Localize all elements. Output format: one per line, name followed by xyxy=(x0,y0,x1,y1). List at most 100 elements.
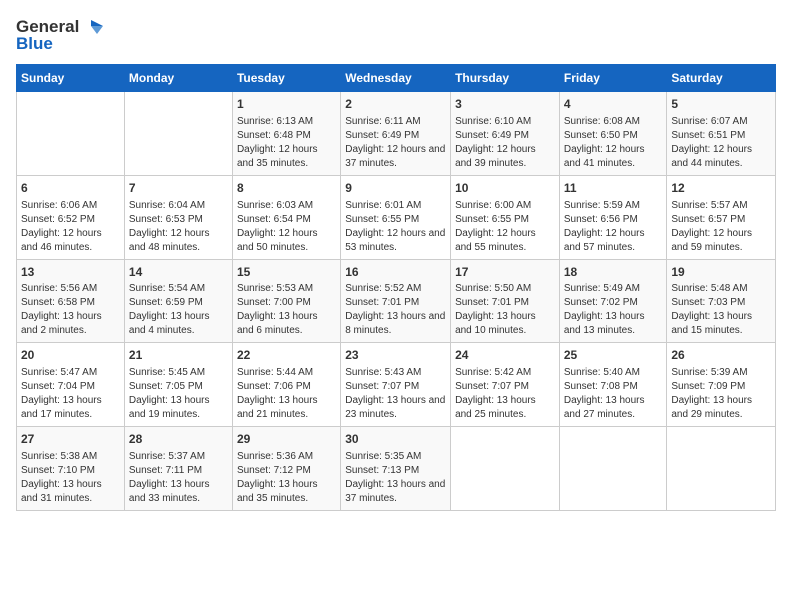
sunset-text: Sunset: 6:59 PM xyxy=(129,296,228,310)
day-number: 24 xyxy=(455,347,555,364)
day-number: 8 xyxy=(237,180,336,197)
day-number: 16 xyxy=(345,264,446,281)
daylight-text: Daylight: 12 hours and 50 minutes. xyxy=(237,227,336,255)
day-number: 1 xyxy=(237,96,336,113)
day-number: 30 xyxy=(345,431,446,448)
sunrise-text: Sunrise: 5:53 AM xyxy=(237,282,336,296)
sunrise-text: Sunrise: 5:45 AM xyxy=(129,366,228,380)
col-saturday: Saturday xyxy=(667,65,776,92)
sunrise-text: Sunrise: 6:13 AM xyxy=(237,115,336,129)
cell-week4-day5: 25Sunrise: 5:40 AMSunset: 7:08 PMDayligh… xyxy=(559,343,667,427)
col-thursday: Thursday xyxy=(451,65,560,92)
col-wednesday: Wednesday xyxy=(341,65,451,92)
cell-week1-day1 xyxy=(124,92,232,176)
sunrise-text: Sunrise: 6:08 AM xyxy=(564,115,663,129)
logo-bird-icon xyxy=(81,16,103,38)
cell-week2-day1: 7Sunrise: 6:04 AMSunset: 6:53 PMDaylight… xyxy=(124,175,232,259)
daylight-text: Daylight: 12 hours and 44 minutes. xyxy=(671,143,771,171)
cell-week3-day5: 18Sunrise: 5:49 AMSunset: 7:02 PMDayligh… xyxy=(559,259,667,343)
day-number: 17 xyxy=(455,264,555,281)
sunset-text: Sunset: 6:57 PM xyxy=(671,213,771,227)
sunrise-text: Sunrise: 6:01 AM xyxy=(345,199,446,213)
week-row-4: 20Sunrise: 5:47 AMSunset: 7:04 PMDayligh… xyxy=(17,343,776,427)
sunrise-text: Sunrise: 5:57 AM xyxy=(671,199,771,213)
cell-week5-day1: 28Sunrise: 5:37 AMSunset: 7:11 PMDayligh… xyxy=(124,427,232,511)
sunrise-text: Sunrise: 5:44 AM xyxy=(237,366,336,380)
sunrise-text: Sunrise: 6:11 AM xyxy=(345,115,446,129)
sunset-text: Sunset: 7:08 PM xyxy=(564,380,663,394)
sunset-text: Sunset: 6:51 PM xyxy=(671,129,771,143)
day-number: 5 xyxy=(671,96,771,113)
cell-week4-day6: 26Sunrise: 5:39 AMSunset: 7:09 PMDayligh… xyxy=(667,343,776,427)
daylight-text: Daylight: 12 hours and 35 minutes. xyxy=(237,143,336,171)
sunrise-text: Sunrise: 6:07 AM xyxy=(671,115,771,129)
cell-week1-day3: 2Sunrise: 6:11 AMSunset: 6:49 PMDaylight… xyxy=(341,92,451,176)
day-number: 22 xyxy=(237,347,336,364)
day-number: 15 xyxy=(237,264,336,281)
sunrise-text: Sunrise: 5:48 AM xyxy=(671,282,771,296)
sunrise-text: Sunrise: 6:04 AM xyxy=(129,199,228,213)
col-friday: Friday xyxy=(559,65,667,92)
cell-week5-day2: 29Sunrise: 5:36 AMSunset: 7:12 PMDayligh… xyxy=(232,427,340,511)
sunrise-text: Sunrise: 5:35 AM xyxy=(345,450,446,464)
daylight-text: Daylight: 12 hours and 59 minutes. xyxy=(671,227,771,255)
daylight-text: Daylight: 13 hours and 35 minutes. xyxy=(237,478,336,506)
sunset-text: Sunset: 7:05 PM xyxy=(129,380,228,394)
cell-week1-day5: 4Sunrise: 6:08 AMSunset: 6:50 PMDaylight… xyxy=(559,92,667,176)
cell-week5-day4 xyxy=(451,427,560,511)
daylight-text: Daylight: 13 hours and 6 minutes. xyxy=(237,310,336,338)
sunset-text: Sunset: 6:52 PM xyxy=(21,213,120,227)
daylight-text: Daylight: 13 hours and 15 minutes. xyxy=(671,310,771,338)
day-number: 13 xyxy=(21,264,120,281)
cell-week4-day2: 22Sunrise: 5:44 AMSunset: 7:06 PMDayligh… xyxy=(232,343,340,427)
sunset-text: Sunset: 7:04 PM xyxy=(21,380,120,394)
sunset-text: Sunset: 6:50 PM xyxy=(564,129,663,143)
day-number: 11 xyxy=(564,180,663,197)
daylight-text: Daylight: 13 hours and 17 minutes. xyxy=(21,394,120,422)
day-number: 20 xyxy=(21,347,120,364)
sunset-text: Sunset: 7:01 PM xyxy=(455,296,555,310)
cell-week1-day0 xyxy=(17,92,125,176)
cell-week2-day0: 6Sunrise: 6:06 AMSunset: 6:52 PMDaylight… xyxy=(17,175,125,259)
sunset-text: Sunset: 6:53 PM xyxy=(129,213,228,227)
sunrise-text: Sunrise: 5:38 AM xyxy=(21,450,120,464)
day-number: 29 xyxy=(237,431,336,448)
logo: General Blue xyxy=(16,16,103,54)
daylight-text: Daylight: 12 hours and 39 minutes. xyxy=(455,143,555,171)
day-number: 3 xyxy=(455,96,555,113)
daylight-text: Daylight: 13 hours and 31 minutes. xyxy=(21,478,120,506)
sunrise-text: Sunrise: 5:39 AM xyxy=(671,366,771,380)
sunset-text: Sunset: 6:58 PM xyxy=(21,296,120,310)
day-number: 19 xyxy=(671,264,771,281)
week-row-3: 13Sunrise: 5:56 AMSunset: 6:58 PMDayligh… xyxy=(17,259,776,343)
daylight-text: Daylight: 12 hours and 46 minutes. xyxy=(21,227,120,255)
day-number: 25 xyxy=(564,347,663,364)
sunset-text: Sunset: 6:48 PM xyxy=(237,129,336,143)
daylight-text: Daylight: 13 hours and 8 minutes. xyxy=(345,310,446,338)
day-number: 6 xyxy=(21,180,120,197)
sunset-text: Sunset: 7:03 PM xyxy=(671,296,771,310)
sunset-text: Sunset: 7:07 PM xyxy=(455,380,555,394)
cell-week2-day4: 10Sunrise: 6:00 AMSunset: 6:55 PMDayligh… xyxy=(451,175,560,259)
sunrise-text: Sunrise: 5:36 AM xyxy=(237,450,336,464)
day-number: 4 xyxy=(564,96,663,113)
cell-week4-day3: 23Sunrise: 5:43 AMSunset: 7:07 PMDayligh… xyxy=(341,343,451,427)
sunrise-text: Sunrise: 5:42 AM xyxy=(455,366,555,380)
day-number: 12 xyxy=(671,180,771,197)
cell-week4-day0: 20 Sunrise: 5:47 AMSunset: 7:04 PMDayligh… xyxy=(17,343,125,427)
cell-week5-day6 xyxy=(667,427,776,511)
daylight-text: Daylight: 13 hours and 37 minutes. xyxy=(345,478,446,506)
day-number: 23 xyxy=(345,347,446,364)
daylight-text: Daylight: 12 hours and 53 minutes. xyxy=(345,227,446,255)
day-number: 9 xyxy=(345,180,446,197)
daylight-text: Daylight: 13 hours and 21 minutes. xyxy=(237,394,336,422)
sunrise-text: Sunrise: 5:40 AM xyxy=(564,366,663,380)
sunrise-text: Sunrise: 5:47 AM xyxy=(21,366,120,380)
cell-week2-day6: 12 Sunrise: 5:57 AMSunset: 6:57 PMDayligh… xyxy=(667,175,776,259)
col-tuesday: Tuesday xyxy=(232,65,340,92)
sunset-text: Sunset: 7:01 PM xyxy=(345,296,446,310)
sunrise-text: Sunrise: 6:10 AM xyxy=(455,115,555,129)
sunset-text: Sunset: 7:11 PM xyxy=(129,464,228,478)
sunset-text: Sunset: 7:07 PM xyxy=(345,380,446,394)
sunset-text: Sunset: 6:49 PM xyxy=(345,129,446,143)
